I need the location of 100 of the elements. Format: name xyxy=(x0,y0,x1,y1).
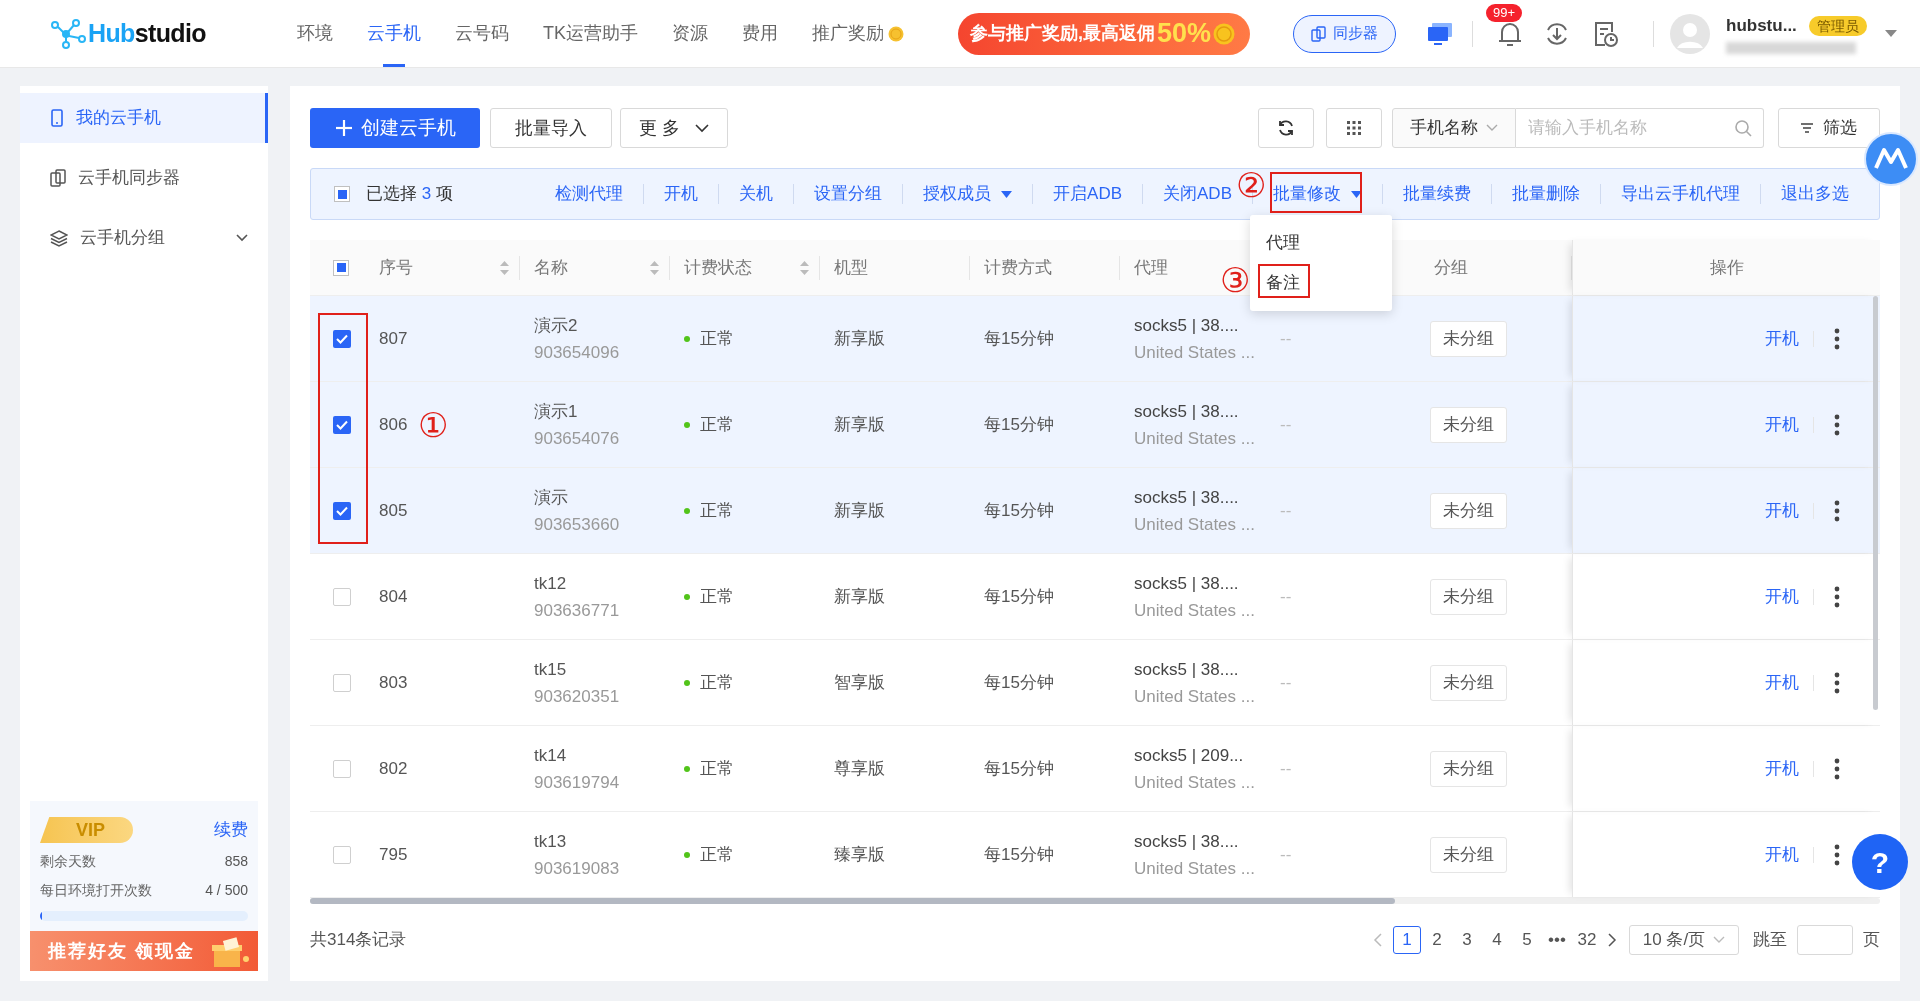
page-button[interactable]: ••• xyxy=(1543,926,1571,954)
more-icon[interactable] xyxy=(1834,843,1840,866)
scrollbar-thumb[interactable] xyxy=(1873,296,1878,710)
nav-tab[interactable]: 云号码 xyxy=(455,0,509,67)
caret-icon[interactable] xyxy=(1884,29,1897,38)
import-button[interactable]: 批量导入 xyxy=(490,108,612,148)
field-select[interactable]: 手机名称 xyxy=(1392,108,1516,148)
proxy-text: socks5 | 38.... xyxy=(1134,314,1240,337)
group-tag[interactable]: 未分组 xyxy=(1430,578,1507,615)
bulk-action[interactable]: 导出云手机代理 xyxy=(1601,181,1760,207)
sidebar-item[interactable]: 我的云手机 xyxy=(20,93,268,143)
promo-banner[interactable]: 参与推广奖励,最高返佣 50% xyxy=(958,12,1250,55)
more-icon[interactable] xyxy=(1834,499,1840,522)
more-icon[interactable] xyxy=(1834,671,1840,694)
nav-tab[interactable]: 云手机 xyxy=(367,0,421,67)
power-on-link[interactable]: 开机 xyxy=(1765,841,1799,868)
page-size-select[interactable]: 10 条/页 xyxy=(1629,925,1739,955)
power-on-link[interactable]: 开机 xyxy=(1765,325,1799,352)
filter-icon xyxy=(1801,123,1813,133)
power-on-link[interactable]: 开机 xyxy=(1765,755,1799,782)
sidebar-item[interactable]: 云手机同步器 xyxy=(20,153,268,203)
row-checkbox[interactable] xyxy=(333,329,351,348)
more-button[interactable]: 更 多 xyxy=(620,108,728,148)
renew-link[interactable]: 续费 xyxy=(214,817,248,843)
model-text: 新享版 xyxy=(834,500,885,520)
filter-button[interactable]: 筛选 xyxy=(1778,108,1880,148)
more-icon[interactable] xyxy=(1834,413,1840,436)
header-checkbox[interactable] xyxy=(333,259,349,276)
floating-app-icon[interactable] xyxy=(1862,132,1920,186)
row-checkbox[interactable] xyxy=(333,673,351,692)
power-on-link[interactable]: 开机 xyxy=(1765,411,1799,438)
power-on-link[interactable]: 开机 xyxy=(1765,669,1799,696)
bulk-action[interactable]: 开机 xyxy=(644,181,719,207)
menu-item[interactable]: 备注 xyxy=(1250,263,1392,303)
bulk-action[interactable]: 批量删除 xyxy=(1492,181,1600,207)
group-tag[interactable]: 未分组 xyxy=(1430,492,1507,529)
grid-view-button[interactable] xyxy=(1326,108,1382,148)
row-checkbox[interactable] xyxy=(333,501,351,520)
column-header[interactable]: 名称 xyxy=(534,254,659,281)
group-tag[interactable]: 未分组 xyxy=(1430,836,1507,873)
nav-tab[interactable]: 资源 xyxy=(672,0,708,67)
sync-button[interactable]: 同步器 xyxy=(1293,14,1396,53)
page-button[interactable]: 4 xyxy=(1483,926,1511,954)
power-on-link[interactable]: 开机 xyxy=(1765,583,1799,610)
column-header[interactable]: 计费状态 xyxy=(684,254,809,281)
billing-method: 每15分钟 xyxy=(984,586,1054,606)
menu-item[interactable]: 代理 xyxy=(1250,223,1392,263)
proxy-location: United States ... xyxy=(1134,685,1256,708)
monitor-icon[interactable] xyxy=(1426,20,1454,47)
page-button[interactable]: 32 xyxy=(1573,926,1601,954)
nav-tab[interactable]: 环境 xyxy=(297,0,333,67)
page-input[interactable] xyxy=(1797,925,1853,955)
group-tag[interactable]: 未分组 xyxy=(1430,664,1507,701)
group-tag[interactable]: 未分组 xyxy=(1430,750,1507,787)
page-button[interactable]: 1 xyxy=(1393,926,1421,954)
page-button[interactable]: 3 xyxy=(1453,926,1481,954)
logo-text: Hubstudio xyxy=(88,17,206,49)
devices-icon xyxy=(50,169,66,187)
bulk-action[interactable]: 关机 xyxy=(719,181,794,207)
referral-banner[interactable]: 推荐好友 领现金 xyxy=(30,931,258,971)
column-header[interactable]: 序号 xyxy=(379,254,509,281)
more-icon[interactable] xyxy=(1834,327,1840,350)
row-checkbox[interactable] xyxy=(333,845,351,864)
stat-label: 每日环境打开次数 xyxy=(40,881,152,900)
row-checkbox[interactable] xyxy=(333,415,351,434)
bulk-action[interactable]: 检测代理 xyxy=(535,181,644,207)
nav-tab[interactable]: TK运营助手 xyxy=(543,0,638,67)
bulk-action[interactable]: 授权成员 xyxy=(903,181,1033,207)
refresh-button[interactable] xyxy=(1258,108,1314,148)
page-button[interactable]: 2 xyxy=(1423,926,1451,954)
more-icon[interactable] xyxy=(1834,585,1840,608)
select-all-checkbox[interactable] xyxy=(334,186,350,202)
bulk-action[interactable]: 设置分组 xyxy=(794,181,903,207)
bulk-action[interactable]: 退出多选 xyxy=(1761,181,1869,207)
group-tag[interactable]: 未分组 xyxy=(1430,406,1507,443)
user-name: hubstu... xyxy=(1726,14,1797,37)
create-button[interactable]: 创建云手机 xyxy=(310,108,480,148)
power-on-link[interactable]: 开机 xyxy=(1765,497,1799,524)
chevron-down-icon xyxy=(694,123,709,133)
column-header: 计费方式 xyxy=(984,256,1052,279)
nav-tab[interactable]: 费用 xyxy=(742,0,778,67)
next-page-icon[interactable] xyxy=(1608,933,1617,947)
model-text: 新享版 xyxy=(834,586,885,606)
bulk-action[interactable]: 开启ADB xyxy=(1033,181,1143,207)
more-icon[interactable] xyxy=(1834,757,1840,780)
row-checkbox[interactable] xyxy=(333,759,351,778)
bulk-action[interactable]: 批量续费 xyxy=(1383,181,1491,207)
table-cell: -- xyxy=(1280,758,1292,778)
billing-status: 正常 xyxy=(700,413,734,436)
page-button[interactable]: 5 xyxy=(1513,926,1541,954)
grid-icon xyxy=(1347,121,1361,135)
phone-id: 903620351 xyxy=(534,685,621,708)
sidebar-item[interactable]: 云手机分组 xyxy=(20,213,268,263)
phone-id: 903654076 xyxy=(534,427,621,450)
scrollbar-thumb[interactable] xyxy=(310,898,1395,904)
group-tag[interactable]: 未分组 xyxy=(1430,320,1507,357)
row-checkbox[interactable] xyxy=(333,587,351,606)
nav-tab[interactable]: 推广奖励 xyxy=(812,0,904,67)
proxy-location: United States ... xyxy=(1134,857,1256,880)
search-field[interactable]: 请输入手机名称 xyxy=(1516,108,1764,148)
